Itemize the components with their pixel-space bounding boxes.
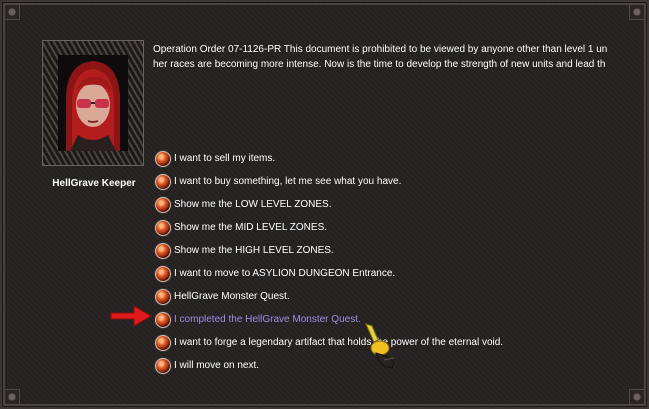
golden-hand-cursor-icon <box>365 323 395 369</box>
option-label: Show me the HIGH LEVEL ZONES. <box>174 245 334 256</box>
orb-bullet-icon <box>155 173 171 190</box>
frame-corner-top-right <box>629 4 645 20</box>
orb-bullet-icon <box>155 288 171 305</box>
option-label: Show me the LOW LEVEL ZONES. <box>174 199 332 210</box>
option-label: I completed the HellGrave Monster Quest. <box>174 314 361 325</box>
red-arrow-icon <box>110 305 152 327</box>
option-sell-items[interactable]: I want to sell my items. <box>155 147 503 170</box>
option-completed-monster-quest[interactable]: I completed the HellGrave Monster Quest. <box>155 308 503 331</box>
option-label: I want to buy something, let me see what… <box>174 176 402 187</box>
option-label: HellGrave Monster Quest. <box>174 291 290 302</box>
npc-name: HellGrave Keeper <box>52 178 136 189</box>
frame-corner-bottom-left <box>4 389 20 405</box>
option-buy-items[interactable]: I want to buy something, let me see what… <box>155 170 503 193</box>
dialog-line: Operation Order 07-1126-PR This document… <box>153 44 608 55</box>
dialog-line: her races are becoming more intense. Now… <box>153 59 606 70</box>
orb-bullet-icon <box>155 242 171 259</box>
npc-dialog-window: HellGrave Keeper Operation Order 07-1126… <box>0 0 649 409</box>
option-label: I want to sell my items. <box>174 153 276 164</box>
option-monster-quest[interactable]: HellGrave Monster Quest. <box>155 285 503 308</box>
option-low-level-zones[interactable]: Show me the LOW LEVEL ZONES. <box>155 193 503 216</box>
orb-bullet-icon <box>155 334 171 351</box>
option-mid-level-zones[interactable]: Show me the MID LEVEL ZONES. <box>155 216 503 239</box>
frame-corner-top-left <box>4 4 20 20</box>
orb-bullet-icon <box>155 357 171 374</box>
option-label: I want to move to ASYLION DUNGEON Entran… <box>174 268 396 279</box>
option-asylion-dungeon[interactable]: I want to move to ASYLION DUNGEON Entran… <box>155 262 503 285</box>
option-move-on[interactable]: I will move on next. <box>155 354 503 377</box>
option-label: I will move on next. <box>174 360 260 371</box>
orb-bullet-icon <box>155 219 171 236</box>
option-label: Show me the MID LEVEL ZONES. <box>174 222 328 233</box>
orb-bullet-icon <box>155 196 171 213</box>
dialog-text: Operation Order 07-1126-PR This document… <box>153 42 646 72</box>
orb-bullet-icon <box>155 311 171 328</box>
dialog-options: I want to sell my items. I want to buy s… <box>155 147 503 377</box>
npc-portrait-frame <box>42 40 144 166</box>
option-forge-artifact[interactable]: I want to forge a legendary artifact tha… <box>155 331 503 354</box>
option-high-level-zones[interactable]: Show me the HIGH LEVEL ZONES. <box>155 239 503 262</box>
orb-bullet-icon <box>155 150 171 167</box>
option-label: I want to forge a legendary artifact tha… <box>174 337 504 348</box>
orb-bullet-icon <box>155 265 171 282</box>
npc-portrait <box>58 55 128 151</box>
frame-corner-bottom-right <box>629 389 645 405</box>
